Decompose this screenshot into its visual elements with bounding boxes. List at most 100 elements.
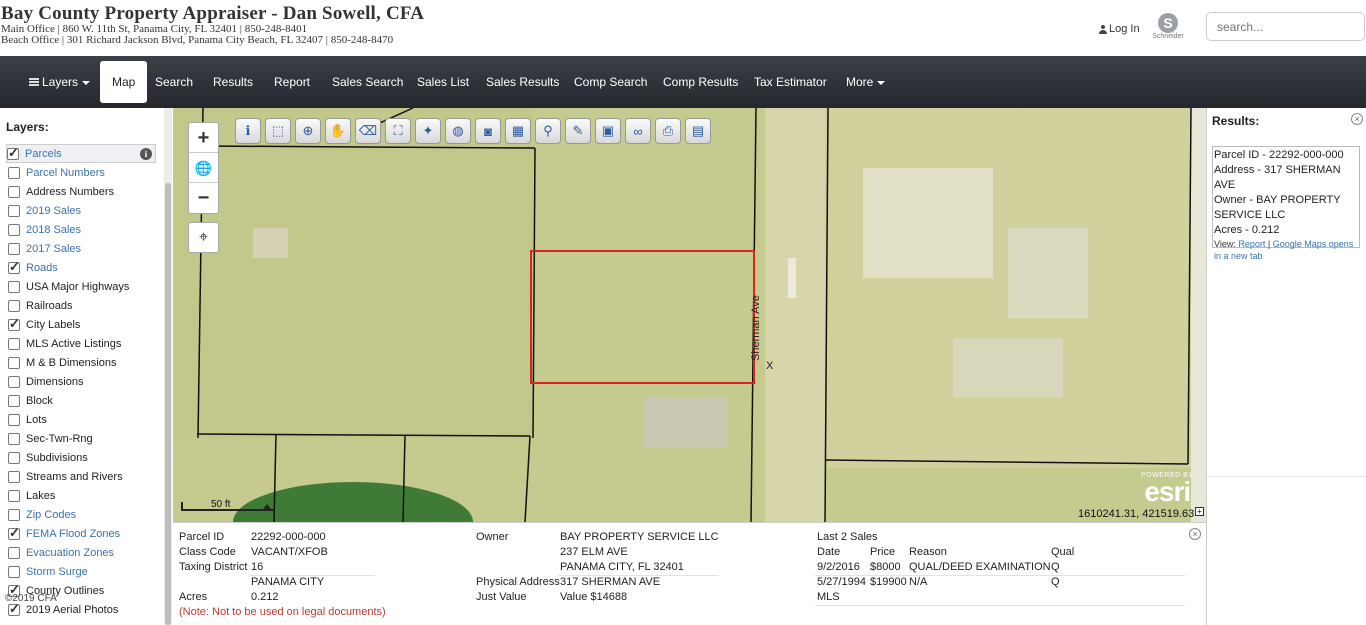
zoom-out-button[interactable]: − <box>189 183 218 213</box>
layer-row[interactable]: USA Major Highways <box>8 277 158 296</box>
layer-row[interactable]: Lots <box>8 410 158 429</box>
layer-checkbox[interactable] <box>8 489 20 502</box>
layer-checkbox[interactable] <box>8 280 20 293</box>
zoom-window-icon[interactable]: ⊕ <box>295 118 321 144</box>
report-link[interactable]: Report <box>1238 239 1265 249</box>
layer-row[interactable]: Parcel Numbers <box>8 163 158 182</box>
google-maps-link-cont[interactable]: in a new tab <box>1214 250 1358 262</box>
layer-checkbox[interactable] <box>8 508 20 521</box>
results-close-icon[interactable]: × <box>1351 113 1363 125</box>
layer-label[interactable]: Lots <box>26 414 47 426</box>
nav-tax-estimator[interactable]: Tax Estimator <box>742 61 839 103</box>
layers-scrollbar[interactable] <box>164 108 172 625</box>
layer-row[interactable]: Lakes <box>8 486 158 505</box>
layer-checkbox[interactable] <box>8 601 20 617</box>
identify-icon[interactable]: ℹ <box>235 118 261 144</box>
globe-home-button[interactable]: 🌐 <box>189 153 218 183</box>
layer-checkbox[interactable] <box>8 432 20 445</box>
layer-row[interactable]: Address Numbers <box>8 182 158 201</box>
nav-sales-list[interactable]: Sales List <box>405 61 481 103</box>
layer-checkbox[interactable] <box>8 565 20 578</box>
layer-checkbox[interactable] <box>8 337 20 350</box>
layer-label[interactable]: FEMA Flood Zones <box>26 528 120 540</box>
scrollbar-thumb[interactable] <box>165 183 171 625</box>
layer-label[interactable]: 2017 Sales <box>26 243 81 255</box>
layer-row[interactable]: Dimensions <box>8 372 158 391</box>
info-close-icon[interactable]: × <box>1189 528 1201 540</box>
layer-label[interactable]: Sec-Twn-Rng <box>26 433 93 445</box>
layer-checkbox[interactable] <box>8 394 20 407</box>
layer-checkbox[interactable] <box>8 259 20 275</box>
layer-row[interactable]: 2019 Sales <box>8 201 158 220</box>
layer-checkbox[interactable] <box>8 223 20 236</box>
layer-checkbox[interactable] <box>8 356 20 369</box>
result-card[interactable]: Parcel ID - 22292-000-000 Address - 317 … <box>1212 146 1360 261</box>
nav-results[interactable]: Results <box>201 61 265 103</box>
layer-row[interactable]: Railroads <box>8 296 158 315</box>
nav-sales-search[interactable]: Sales Search <box>320 61 415 103</box>
layer-checkbox[interactable] <box>8 299 20 312</box>
find-icon[interactable]: ⚲ <box>535 118 561 144</box>
layer-checkbox[interactable] <box>8 413 20 426</box>
layer-label[interactable]: Roads <box>26 262 58 274</box>
layer-row[interactable]: Evacuation Zones <box>8 543 158 562</box>
layer-row[interactable]: FEMA Flood Zones <box>8 524 158 543</box>
nav-comp-results[interactable]: Comp Results <box>651 61 750 103</box>
layer-label[interactable]: Block <box>26 395 53 407</box>
layer-label[interactable]: Evacuation Zones <box>26 547 114 559</box>
layer-label[interactable]: M & B Dimensions <box>26 357 116 369</box>
pan-icon[interactable]: ✋ <box>325 118 351 144</box>
nav-sales-results[interactable]: Sales Results <box>474 61 571 103</box>
layer-label[interactable]: 2018 Sales <box>26 224 81 236</box>
google-maps-link[interactable]: Google Maps opens <box>1273 239 1354 249</box>
zoom-extent-icon[interactable]: ⛶ <box>385 118 411 144</box>
nav-layers-dropdown[interactable]: Layers <box>17 61 102 103</box>
info-icon[interactable]: i <box>140 148 152 160</box>
locate-button[interactable]: ⌖ <box>188 222 219 253</box>
layer-checkbox[interactable] <box>8 185 20 198</box>
nav-report[interactable]: Report <box>262 61 322 103</box>
layer-row[interactable]: Sec-Twn-Rng <box>8 429 158 448</box>
layer-label[interactable]: Zip Codes <box>26 509 76 521</box>
layer-label[interactable]: Lakes <box>26 490 55 502</box>
layer-row[interactable]: MLS Active Listings <box>8 334 158 353</box>
pin-icon[interactable]: ✦ <box>415 118 441 144</box>
buffer-icon[interactable]: ▦ <box>505 118 531 144</box>
layer-checkbox[interactable] <box>8 451 20 464</box>
layer-row[interactable]: M & B Dimensions <box>8 353 158 372</box>
layer-row[interactable]: Subdivisions <box>8 448 158 467</box>
layer-label[interactable]: USA Major Highways <box>26 281 129 293</box>
zoom-in-button[interactable]: + <box>189 123 218 153</box>
layer-checkbox[interactable] <box>8 546 20 559</box>
login-link[interactable]: Log In <box>1099 23 1140 35</box>
layer-row[interactable]: 2017 Sales <box>8 239 158 258</box>
layer-row[interactable]: Streams and Rivers <box>8 467 158 486</box>
layer-label[interactable]: MLS Active Listings <box>26 338 121 350</box>
layer-label[interactable]: Subdivisions <box>26 452 88 464</box>
layer-row[interactable]: City Labels <box>8 315 158 334</box>
nav-comp-search[interactable]: Comp Search <box>562 61 659 103</box>
layer-checkbox[interactable] <box>8 470 20 483</box>
globe-icon[interactable]: ◍ <box>445 118 471 144</box>
camera-icon[interactable]: ◙ <box>475 118 501 144</box>
layer-checkbox[interactable] <box>7 145 19 161</box>
print-map-icon[interactable]: ▣ <box>595 118 621 144</box>
map-view[interactable]: + 🌐 − ⌖ ℹ ⬚ ⊕ ✋ ⌫ ⛶ ✦ ◍ ◙ ▦ ⚲ ✎ ▣ ∞ ⎙ ▤ X Sherman Ave 5… <box>173 108 1206 522</box>
layer-row[interactable]: Roads <box>8 258 158 277</box>
binoculars-icon[interactable]: ∞ <box>625 118 651 144</box>
layer-checkbox[interactable] <box>8 375 20 388</box>
layer-checkbox[interactable] <box>8 525 20 541</box>
layer-row[interactable]: Zip Codes <box>8 505 158 524</box>
layer-label[interactable]: 2019 Aerial Photos <box>26 604 118 616</box>
search-input[interactable] <box>1206 12 1365 41</box>
printer-icon[interactable]: ⎙ <box>655 118 681 144</box>
layer-row[interactable]: Parcels i <box>6 144 156 163</box>
layer-label[interactable]: Parcel Numbers <box>26 167 105 179</box>
eraser-icon[interactable]: ⌫ <box>355 118 381 144</box>
layer-row[interactable]: Block <box>8 391 158 410</box>
layer-checkbox[interactable] <box>8 242 20 255</box>
nav-more-dropdown[interactable]: More <box>834 61 897 103</box>
layer-label[interactable]: Railroads <box>26 300 72 312</box>
layer-checkbox[interactable] <box>8 166 20 179</box>
draw-icon[interactable]: ✎ <box>565 118 591 144</box>
